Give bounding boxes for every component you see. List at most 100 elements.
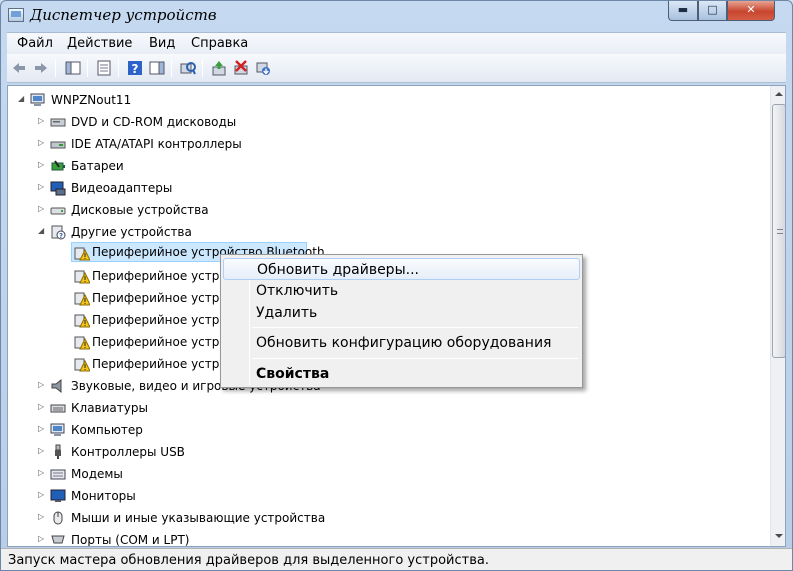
- properties-button[interactable]: [96, 60, 112, 76]
- modem-icon: [50, 466, 66, 482]
- context-item-label: Свойства: [256, 366, 330, 382]
- expand-arrow-icon[interactable]: ▷: [38, 160, 46, 170]
- back-button[interactable]: [11, 60, 27, 76]
- expand-arrow-icon[interactable]: ▷: [38, 380, 46, 390]
- computer-icon: [30, 92, 46, 108]
- context-uninstall[interactable]: Удалить: [223, 302, 580, 324]
- vertical-scrollbar[interactable]: [770, 86, 785, 546]
- toolbar-separator: [118, 59, 119, 77]
- warning-device-icon: [74, 334, 91, 350]
- expand-arrow-icon[interactable]: ▷: [38, 402, 46, 412]
- usb-icon: [50, 444, 66, 460]
- context-scan-hardware[interactable]: Обновить конфигурацию оборудования: [223, 332, 580, 354]
- tree-node-label: IDE ATA/ATAPI контроллеры: [71, 137, 242, 151]
- disable-button[interactable]: [255, 60, 271, 76]
- context-properties[interactable]: Свойства: [223, 363, 580, 385]
- minimize-icon: ▬: [677, 3, 689, 16]
- expand-arrow-icon[interactable]: ▷: [38, 446, 46, 456]
- console-tree-icon: [65, 61, 81, 75]
- help-icon: ?: [128, 61, 142, 76]
- svg-text:?: ?: [132, 62, 139, 76]
- tree-node-label: Порты (COM и LPT): [71, 533, 190, 547]
- mouse-icon: [50, 510, 66, 526]
- tree-node-label: WNPZNout11: [51, 93, 132, 107]
- scroll-down-icon[interactable]: [775, 534, 783, 538]
- uninstall-icon: [234, 60, 248, 75]
- action-pane-icon: [149, 61, 165, 75]
- tree-node-label: Дисковые устройства: [71, 203, 209, 217]
- show-hide-console-tree-button[interactable]: [65, 60, 81, 76]
- expand-arrow-icon[interactable]: ▷: [38, 490, 46, 500]
- context-item-label: Обновить драйверы...: [257, 262, 419, 278]
- action-pane-button[interactable]: [149, 60, 165, 76]
- speaker-icon: [50, 378, 66, 394]
- menu-action[interactable]: Действие: [67, 36, 132, 51]
- maximize-button[interactable]: □: [698, 1, 727, 21]
- context-item-label: Удалить: [256, 305, 318, 321]
- expand-arrow-icon[interactable]: ▷: [38, 468, 46, 478]
- port-icon: [50, 532, 66, 546]
- menu-help[interactable]: Справка: [191, 36, 248, 51]
- update-driver-button[interactable]: [211, 60, 227, 76]
- display-adapter-icon: [50, 180, 66, 196]
- expand-arrow-icon[interactable]: ▷: [38, 138, 46, 148]
- menu-file[interactable]: Файл: [17, 36, 53, 51]
- context-item-label: Отключить: [256, 283, 339, 299]
- back-arrow-icon: [13, 63, 25, 73]
- tree-node-label: Мониторы: [71, 489, 136, 503]
- warning-device-icon: [74, 268, 91, 284]
- forward-button[interactable]: [33, 60, 49, 76]
- context-update-drivers[interactable]: Обновить драйверы...: [223, 258, 580, 280]
- close-button[interactable]: ✕: [727, 1, 775, 21]
- scroll-up-icon[interactable]: [775, 92, 783, 96]
- tree-node-label: Клавиатуры: [71, 401, 148, 415]
- help-button[interactable]: ?: [127, 60, 143, 76]
- properties-icon: [97, 60, 111, 76]
- menu-view[interactable]: Вид: [149, 36, 175, 51]
- toolbar-separator: [171, 59, 172, 77]
- scan-hardware-button[interactable]: [180, 60, 196, 76]
- warning-device-icon: [74, 312, 91, 328]
- ide-controller-icon: [50, 136, 66, 152]
- context-separator: [252, 327, 578, 328]
- toolbar-separator: [202, 59, 203, 77]
- minimize-button[interactable]: ▬: [668, 1, 698, 21]
- close-icon: ✕: [746, 3, 756, 16]
- device-manager-window: Диспетчер устройств ▬ □ ✕ Файл Действие …: [0, 0, 793, 571]
- warning-device-icon: [74, 356, 91, 372]
- disk-drive-icon: [50, 202, 66, 218]
- expand-arrow-icon[interactable]: ▷: [38, 116, 46, 126]
- battery-icon: [50, 158, 66, 174]
- tree-node-label: Видеоадаптеры: [71, 181, 173, 195]
- maximize-icon: □: [707, 3, 718, 16]
- context-menu: Обновить драйверы... Отключить Удалить О…: [220, 254, 583, 388]
- status-bar: Запуск мастера обновления драйверов для …: [1, 548, 792, 570]
- keyboard-icon: [50, 400, 66, 416]
- title-bar[interactable]: Диспетчер устройств ▬ □ ✕: [1, 1, 792, 31]
- tree-node-label: Другие устройства: [71, 225, 192, 239]
- scroll-grip-icon: [777, 229, 783, 234]
- warning-device-icon: [74, 290, 91, 306]
- forward-arrow-icon: [35, 63, 47, 73]
- status-text: Запуск мастера обновления драйверов для …: [8, 553, 489, 568]
- collapse-arrow-icon[interactable]: ◢: [18, 94, 26, 104]
- expand-arrow-icon[interactable]: ▷: [38, 182, 46, 192]
- context-disable[interactable]: Отключить: [223, 280, 580, 302]
- menu-bar: Файл Действие Вид Справка: [7, 32, 786, 54]
- warning-device-icon: [74, 245, 91, 261]
- expand-arrow-icon[interactable]: ▷: [38, 424, 46, 434]
- update-driver-icon: [212, 61, 226, 76]
- toolbar: ?: [7, 54, 786, 83]
- collapse-arrow-icon[interactable]: ◢: [38, 226, 46, 236]
- tree-node-label: Батареи: [71, 159, 124, 173]
- dvd-drive-icon: [50, 114, 66, 130]
- context-item-label: Обновить конфигурацию оборудования: [256, 335, 552, 351]
- scan-hardware-icon: [180, 62, 196, 75]
- expand-arrow-icon[interactable]: ▷: [38, 534, 46, 544]
- expand-arrow-icon[interactable]: ▷: [38, 204, 46, 214]
- scroll-thumb[interactable]: [772, 104, 785, 358]
- uninstall-button[interactable]: [233, 60, 249, 76]
- unknown-device-icon: ?: [50, 224, 66, 240]
- device-manager-icon: [8, 8, 24, 22]
- expand-arrow-icon[interactable]: ▷: [38, 512, 46, 522]
